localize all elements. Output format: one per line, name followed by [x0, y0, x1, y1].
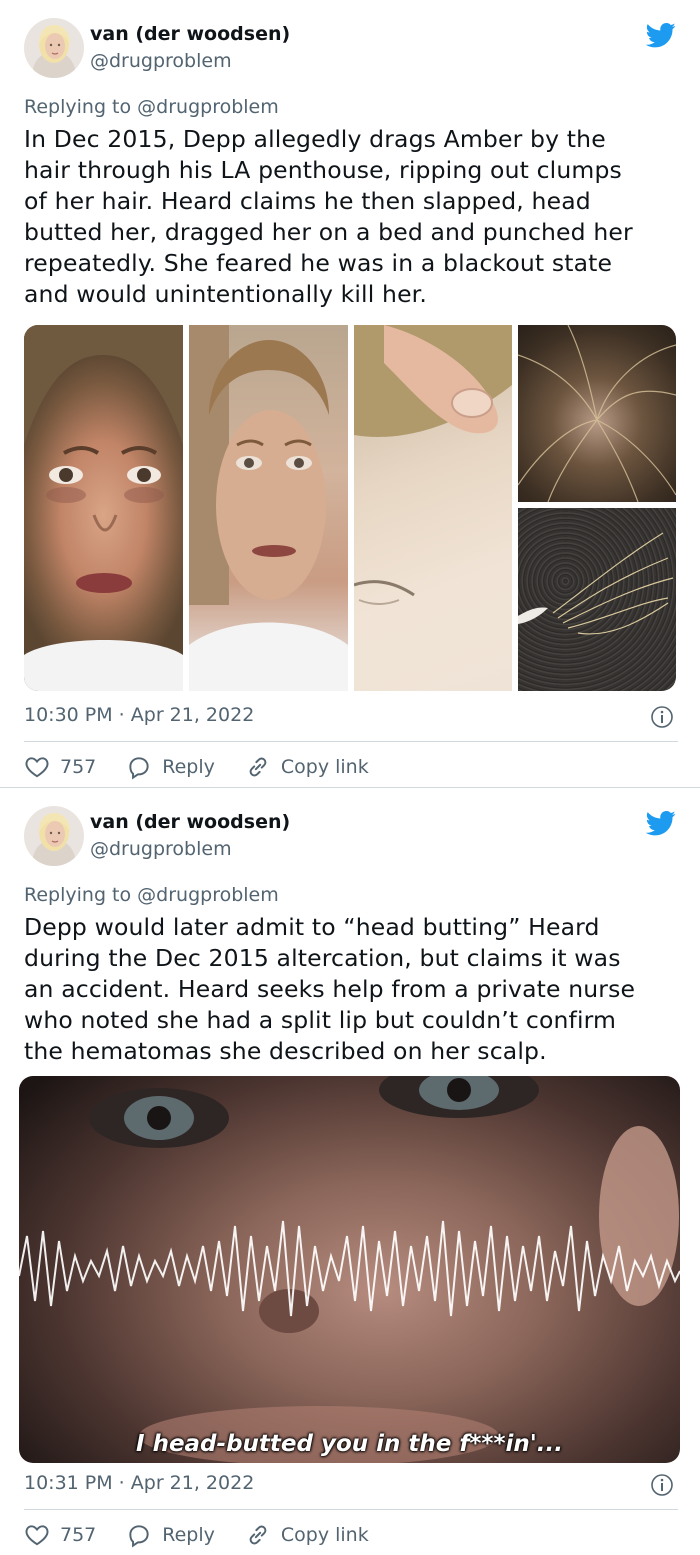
- like-button[interactable]: 757: [24, 1522, 96, 1548]
- reply-bubble-icon: [126, 1522, 152, 1548]
- twitter-bird-icon[interactable]: [646, 20, 676, 50]
- reply-label: Reply: [162, 1524, 215, 1546]
- heart-icon: [24, 754, 50, 780]
- heart-icon: [24, 1522, 50, 1548]
- copy-link-label: Copy link: [280, 756, 369, 778]
- author-handle[interactable]: @drugproblem: [90, 50, 232, 72]
- tweet-text-line: of her hair. Heard claims he then slappe…: [24, 187, 591, 215]
- tweet-text: Depp would later admit to “head butting”…: [24, 912, 680, 1067]
- copy-link-button[interactable]: Copy link: [245, 1522, 369, 1548]
- tweet-text-line: hair through his LA penthouse, ripping o…: [24, 156, 622, 184]
- like-count: 757: [60, 1524, 97, 1546]
- avatar[interactable]: [24, 806, 84, 866]
- reply-button[interactable]: Reply: [126, 754, 215, 780]
- photo-scalp-1[interactable]: [518, 325, 676, 502]
- info-icon[interactable]: [650, 1473, 674, 1497]
- tweet-text-line: and would unintentionally kill her.: [24, 280, 427, 308]
- author-handle[interactable]: @drugproblem: [90, 838, 232, 860]
- meme-image[interactable]: I head-butted you in the f***in'...: [19, 1076, 680, 1463]
- tweet-text-line: the hematomas she described on her scalp…: [24, 1037, 547, 1065]
- divider: [24, 741, 678, 742]
- tweet-text-line: In Dec 2015, Depp allegedly drags Amber …: [24, 125, 606, 153]
- info-icon[interactable]: [650, 705, 674, 729]
- tweet-text-line: repeatedly. She feared he was in a black…: [24, 249, 613, 277]
- avatar[interactable]: [24, 18, 84, 78]
- divider: [24, 1509, 678, 1510]
- like-count: 757: [60, 756, 97, 778]
- reply-label: Reply: [162, 756, 215, 778]
- tweet-text-line: who noted she had a split lip but couldn…: [24, 1006, 617, 1034]
- photo-face-1[interactable]: [24, 325, 183, 691]
- copy-link-button[interactable]: Copy link: [245, 754, 369, 780]
- like-button[interactable]: 757: [24, 754, 96, 780]
- photo-hair-clump[interactable]: [518, 508, 676, 691]
- reply-bubble-icon: [126, 754, 152, 780]
- copy-link-label: Copy link: [280, 1524, 369, 1546]
- meme-caption: I head-butted you in the f***in'...: [136, 1431, 563, 1457]
- author-name[interactable]: van (der woodsen): [90, 23, 290, 45]
- timestamp[interactable]: 10:30 PM · Apr 21, 2022: [24, 704, 254, 726]
- tweet-text: In Dec 2015, Depp allegedly drags Amber …: [24, 124, 680, 310]
- reply-button[interactable]: Reply: [126, 1522, 215, 1548]
- action-bar: 757 Reply Copy link: [24, 1520, 399, 1550]
- link-icon: [245, 754, 271, 780]
- tweet-text-line: butted her, dragged her on a bed and pun…: [24, 218, 633, 246]
- tweet-card[interactable]: van (der woodsen) @drugproblem Replying …: [0, 0, 700, 788]
- replying-to[interactable]: Replying to @drugproblem: [24, 884, 279, 906]
- link-icon: [245, 1522, 271, 1548]
- replying-to[interactable]: Replying to @drugproblem: [24, 96, 279, 118]
- tweet-text-line: Depp would later admit to “head butting”…: [24, 913, 600, 941]
- tweet-text-line: during the Dec 2015 altercation, but cla…: [24, 944, 621, 972]
- timestamp[interactable]: 10:31 PM · Apr 21, 2022: [24, 1472, 254, 1494]
- author-name[interactable]: van (der woodsen): [90, 811, 290, 833]
- photo-forehead-closeup[interactable]: [354, 325, 512, 691]
- photo-face-2[interactable]: [189, 325, 348, 691]
- action-bar: 757 Reply Copy link: [24, 752, 399, 782]
- twitter-bird-icon[interactable]: [646, 808, 676, 838]
- tweet-card[interactable]: van (der woodsen) @drugproblem Replying …: [0, 788, 700, 1555]
- tweet-text-line: an accident. Heard seeks help from a pri…: [24, 975, 636, 1003]
